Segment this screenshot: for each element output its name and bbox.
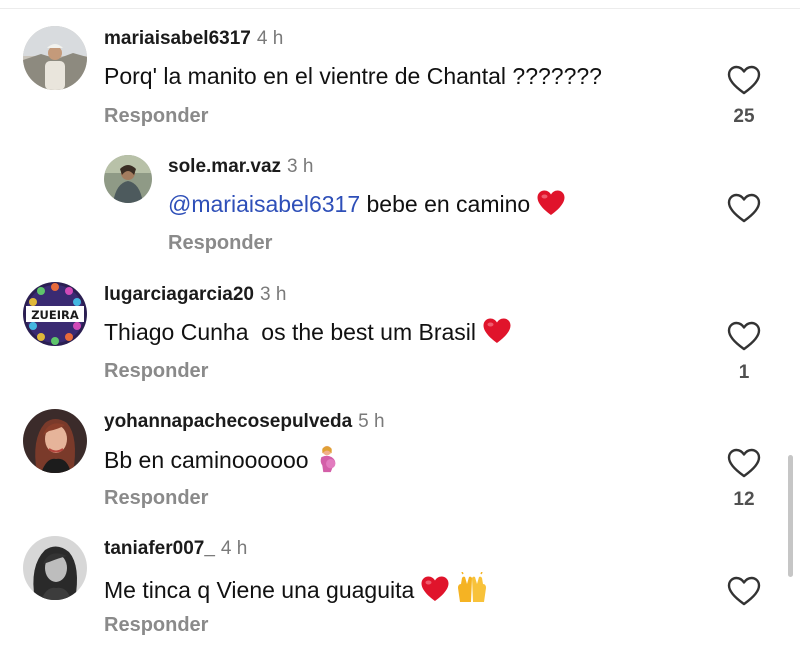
comment-meta: mariaisabel6317 4 h: [104, 28, 283, 50]
timestamp: 4 h: [256, 28, 284, 49]
svg-text:ZUEIRA: ZUEIRA: [31, 308, 79, 322]
username[interactable]: yohannapachecosepulveda: [104, 411, 352, 432]
raising-hands-icon: [458, 572, 487, 602]
red-heart-icon: [421, 576, 449, 601]
comment-text: Porq' la manito en el vientre de Chantal…: [104, 63, 602, 89]
zueira-logo-icon: ZUEIRA: [23, 282, 87, 346]
timestamp: 4 h: [220, 538, 248, 559]
heart-outline-icon[interactable]: [726, 64, 762, 96]
comment-meta: yohannapachecosepulveda 5 h: [104, 411, 385, 433]
avatar[interactable]: [23, 409, 87, 473]
comment-text: Bb en caminoooooo: [104, 445, 339, 474]
comment-text: Me tinca q Viene una guaguita: [104, 572, 490, 604]
reply-button[interactable]: Responder: [168, 231, 272, 255]
username[interactable]: mariaisabel6317: [104, 28, 251, 49]
username[interactable]: lugarciagarcia20: [104, 284, 254, 305]
heart-outline-icon[interactable]: [726, 320, 762, 352]
comment-body: bebe en camino: [360, 191, 531, 217]
avatar-photo-icon: [23, 26, 87, 90]
red-heart-icon: [537, 190, 565, 215]
timestamp: 3 h: [259, 284, 287, 305]
like-count: 25: [733, 106, 755, 127]
avatar-photo-icon: [104, 155, 152, 203]
avatar[interactable]: [104, 155, 152, 203]
like-control: 12: [725, 447, 763, 511]
comment-body: Thiago Cunha os the best um Brasil: [104, 319, 477, 345]
reply-button[interactable]: Responder: [104, 104, 208, 128]
comment-body: Me tinca q Viene una guaguita: [104, 577, 415, 603]
reply-button[interactable]: Responder: [104, 613, 208, 637]
avatar-photo-icon: [23, 536, 87, 600]
like-control: 1: [725, 320, 763, 384]
reply-button[interactable]: Responder: [104, 486, 208, 510]
timestamp: 3 h: [287, 156, 314, 177]
username[interactable]: taniafer007_: [104, 538, 215, 559]
username[interactable]: sole.mar.vaz: [168, 156, 281, 177]
reply-button[interactable]: Responder: [104, 359, 208, 383]
comment-meta: taniafer007_ 4 h: [104, 538, 247, 560]
like-control: 25: [725, 64, 763, 128]
heart-outline-icon[interactable]: [726, 192, 762, 224]
like-count: 12: [733, 489, 755, 510]
comments-screen: mariaisabel6317 4 h Porq' la manito en el…: [0, 0, 800, 651]
comment-text: Thiago Cunha os the best um Brasil: [104, 317, 512, 346]
red-heart-icon: [483, 318, 511, 343]
like-control: [725, 192, 763, 234]
heart-outline-icon[interactable]: [726, 447, 762, 479]
like-count: 1: [738, 362, 750, 383]
mention-link[interactable]: @mariaisabel6317: [168, 191, 360, 217]
timestamp: 5 h: [358, 411, 385, 432]
pregnant-woman-icon: [320, 445, 336, 473]
comment-meta: lugarciagarcia20 3 h: [104, 284, 286, 306]
comment-text: @mariaisabel6317 bebe en camino: [168, 189, 566, 218]
comment-meta: sole.mar.vaz 3 h: [168, 156, 313, 178]
comment-body: Bb en caminoooooo: [104, 447, 309, 473]
avatar[interactable]: ZUEIRA: [23, 282, 87, 346]
avatar[interactable]: [23, 536, 87, 600]
avatar[interactable]: [23, 26, 87, 90]
avatar-photo-icon: [23, 409, 87, 473]
scrollbar[interactable]: [788, 455, 793, 577]
top-divider: [0, 8, 800, 9]
heart-outline-icon[interactable]: [726, 575, 762, 607]
like-control: [725, 575, 763, 617]
